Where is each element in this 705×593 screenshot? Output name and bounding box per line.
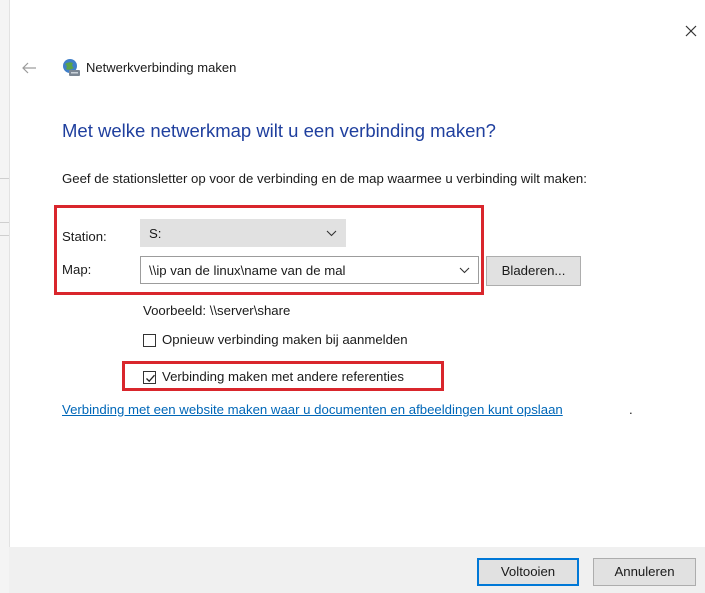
red-highlight-box — [122, 361, 444, 391]
instruction-text: Geef de stationsletter op voor de verbin… — [62, 171, 587, 186]
website-link-period: . — [629, 402, 633, 417]
page-heading: Met welke netwerkmap wilt u een verbindi… — [62, 120, 496, 141]
background-window-edge — [0, 0, 10, 593]
reconnect-checkbox[interactable] — [143, 334, 156, 347]
close-icon — [685, 25, 697, 37]
background-divider — [0, 178, 9, 179]
close-button[interactable] — [680, 20, 702, 42]
example-text: Voorbeeld: \\server\share — [143, 303, 291, 318]
website-link[interactable]: Verbinding met een website maken waar u … — [62, 402, 563, 417]
back-button[interactable] — [20, 60, 40, 76]
background-divider — [0, 222, 9, 236]
reconnect-checkbox-row[interactable]: Opnieuw verbinding maken bij aanmelden — [143, 332, 473, 350]
reconnect-label: Opnieuw verbinding maken bij aanmelden — [162, 332, 408, 347]
red-highlight-box — [54, 205, 484, 295]
finish-button[interactable]: Voltooien — [477, 558, 579, 586]
back-arrow-icon — [22, 62, 36, 74]
dialog-title: Netwerkverbinding maken — [86, 60, 237, 75]
cancel-button[interactable]: Annuleren — [593, 558, 696, 586]
network-drive-icon — [63, 59, 80, 76]
browse-button[interactable]: Bladeren... — [486, 256, 581, 286]
